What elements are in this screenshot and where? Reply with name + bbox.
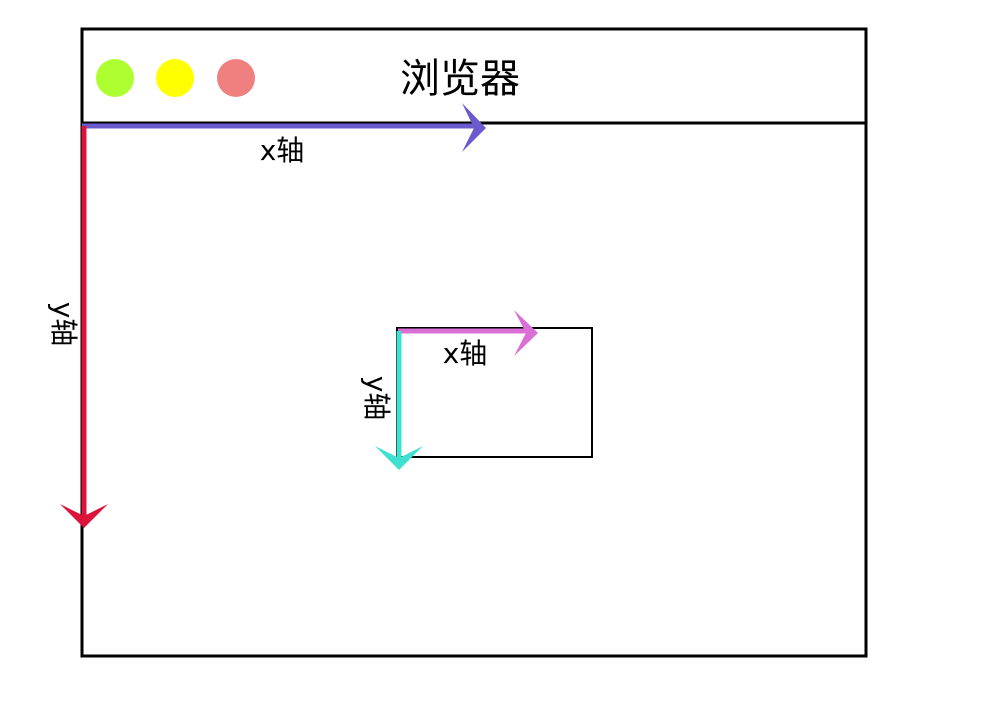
green-dot-icon[interactable] <box>96 59 134 97</box>
page-y-axis-label: y轴 <box>47 302 80 347</box>
coordinate-diagram: 浏览器 x轴 y轴 x轴 y轴 <box>47 27 868 658</box>
element-y-axis-label: y轴 <box>360 376 393 421</box>
page-x-axis-label: x轴 <box>260 134 305 167</box>
window-title: 浏览器 <box>400 56 520 102</box>
element-x-axis-label: x轴 <box>443 337 488 370</box>
red-dot-icon[interactable] <box>217 59 255 97</box>
yellow-dot-icon[interactable] <box>156 59 194 97</box>
